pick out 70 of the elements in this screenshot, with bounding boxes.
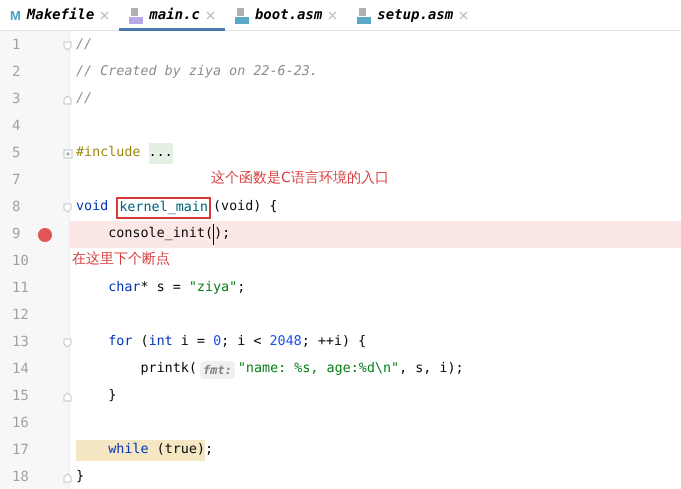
code-token: (void) { bbox=[213, 198, 278, 216]
code-token: for bbox=[107, 333, 132, 352]
file-icon bbox=[129, 8, 144, 24]
code-token: } bbox=[76, 468, 84, 486]
fold-icon[interactable] bbox=[63, 202, 73, 212]
code-token: ... bbox=[148, 143, 173, 164]
file-tab[interactable]: setup.asm bbox=[347, 0, 478, 31]
code-token: "ziya" bbox=[188, 279, 238, 298]
line-number: 4 bbox=[11, 117, 22, 136]
line-number: 17 bbox=[11, 441, 30, 460]
breakpoint-icon[interactable] bbox=[38, 228, 52, 242]
file-tab[interactable]: M Makefile bbox=[0, 0, 120, 31]
code-token: ( bbox=[139, 333, 149, 352]
code-token: , s, i); bbox=[399, 360, 464, 378]
code-token: // Created by ziya on 22-6-23. bbox=[76, 63, 318, 82]
code-token: "name: %s, age:%d\n" bbox=[238, 360, 400, 378]
line-number: 5 bbox=[11, 144, 22, 163]
annotation-text: 在这里下个断点 bbox=[72, 250, 170, 269]
code-token: ; ++i) { bbox=[302, 333, 366, 352]
line-number: 2 bbox=[11, 63, 22, 82]
line-number: 13 bbox=[11, 333, 30, 352]
code-token: printk( bbox=[139, 360, 197, 378]
code-token: 0 bbox=[213, 333, 222, 352]
fold-icon[interactable] bbox=[63, 40, 73, 50]
code-token: // bbox=[76, 90, 92, 108]
code-token: } bbox=[107, 387, 116, 406]
code-token: while bbox=[76, 440, 149, 461]
fold-icon[interactable] bbox=[63, 94, 73, 104]
code-token: 2048 bbox=[270, 333, 302, 352]
line-number: 8 bbox=[11, 198, 22, 217]
code-token: ; bbox=[237, 279, 246, 298]
close-icon[interactable] bbox=[100, 11, 110, 20]
code-token: kernel_main bbox=[116, 196, 211, 218]
code-token: * s = bbox=[140, 279, 182, 298]
line-number: 12 bbox=[11, 306, 30, 325]
code-token: char bbox=[107, 279, 140, 298]
close-icon[interactable] bbox=[206, 11, 215, 20]
code-token: ); bbox=[214, 225, 230, 244]
code-token: i = bbox=[180, 333, 206, 352]
code-token: (true) bbox=[148, 440, 205, 461]
code-token: int bbox=[148, 333, 173, 352]
parameter-hint: fmt: bbox=[200, 360, 235, 378]
code-token: console_init( bbox=[76, 224, 214, 245]
file-icon bbox=[234, 8, 249, 24]
fold-icon[interactable] bbox=[63, 472, 73, 482]
line-number: 1 bbox=[11, 36, 22, 55]
line-number: 15 bbox=[11, 387, 30, 406]
line-number: 9 bbox=[11, 225, 22, 244]
line-number: 11 bbox=[11, 279, 30, 298]
fold-icon[interactable] bbox=[63, 148, 73, 158]
line-number: 3 bbox=[11, 90, 22, 109]
line-number: 7 bbox=[11, 171, 22, 190]
file-icon bbox=[357, 8, 372, 24]
code-token: // bbox=[76, 36, 92, 54]
code-token: ; bbox=[205, 441, 214, 460]
code-token: #include bbox=[76, 144, 142, 162]
fold-icon[interactable] bbox=[63, 392, 73, 402]
fold-icon[interactable] bbox=[63, 338, 73, 348]
close-icon[interactable] bbox=[328, 11, 338, 20]
line-number: 16 bbox=[11, 414, 30, 433]
annotation-text: 这个函数是C语言环境的入口 bbox=[211, 169, 389, 188]
line-number: 14 bbox=[11, 360, 30, 379]
line-number: 18 bbox=[11, 468, 30, 487]
close-icon[interactable] bbox=[459, 11, 468, 20]
code-token: void bbox=[76, 198, 110, 216]
line-number: 10 bbox=[11, 252, 30, 271]
code-token: ; i < bbox=[221, 333, 262, 352]
makefile-icon: M bbox=[10, 6, 21, 26]
file-tab[interactable]: main.c bbox=[119, 0, 225, 31]
file-tab[interactable]: boot.asm bbox=[224, 0, 348, 31]
